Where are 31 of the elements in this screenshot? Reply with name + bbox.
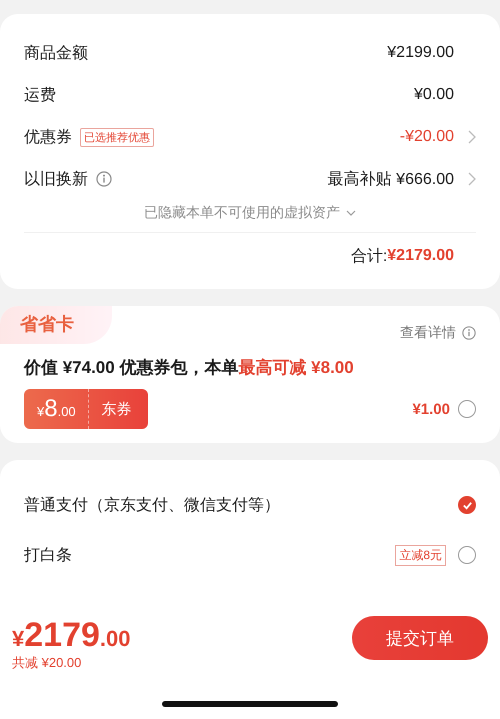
row-value: ¥2199.00	[387, 44, 454, 62]
row-label: 商品金额	[24, 44, 88, 64]
details-link[interactable]: 查看详情	[400, 324, 476, 342]
tag: 已选推荐优惠	[80, 128, 154, 146]
radio-button[interactable]	[458, 496, 476, 514]
row-label: 运费	[24, 86, 56, 106]
total-price: ¥2179.00	[12, 616, 130, 655]
total-value: ¥2179.00	[387, 247, 454, 265]
row-label: 优惠券	[24, 128, 72, 148]
coupon-label: 东券	[100, 400, 133, 418]
payment-option-label: 普通支付（京东支付、微信支付等）	[24, 495, 280, 516]
hidden-note[interactable]: 已隐藏本单不可使用的虚拟资产	[144, 204, 340, 222]
row-value: 最高补贴 ¥666.00	[328, 170, 454, 190]
total-label: 合计:	[350, 246, 388, 266]
card-price: ¥1.00	[412, 400, 450, 418]
chevron-icon[interactable]	[468, 172, 476, 186]
row-value: -¥20.00	[400, 128, 454, 146]
chevron-icon[interactable]	[468, 130, 476, 144]
tag: 立减8元	[395, 544, 446, 566]
radio-button[interactable]	[458, 400, 476, 418]
coupon-amount: ¥8.00	[37, 395, 76, 423]
chevron-down-icon	[346, 210, 356, 216]
offer-headline: 价值 ¥74.00 优惠券包，本单最高可减 ¥8.00	[22, 357, 355, 379]
payment-option-label: 打白条	[24, 546, 72, 566]
row-label: 以旧换新	[24, 170, 88, 190]
radio-button[interactable]	[458, 546, 476, 564]
saving-amount: 共减 ¥20.00	[12, 654, 82, 672]
submit-order-button[interactable]: 提交订单	[352, 616, 488, 660]
row-value: ¥0.00	[414, 86, 454, 104]
check-icon	[462, 500, 472, 510]
info-icon	[462, 326, 476, 340]
